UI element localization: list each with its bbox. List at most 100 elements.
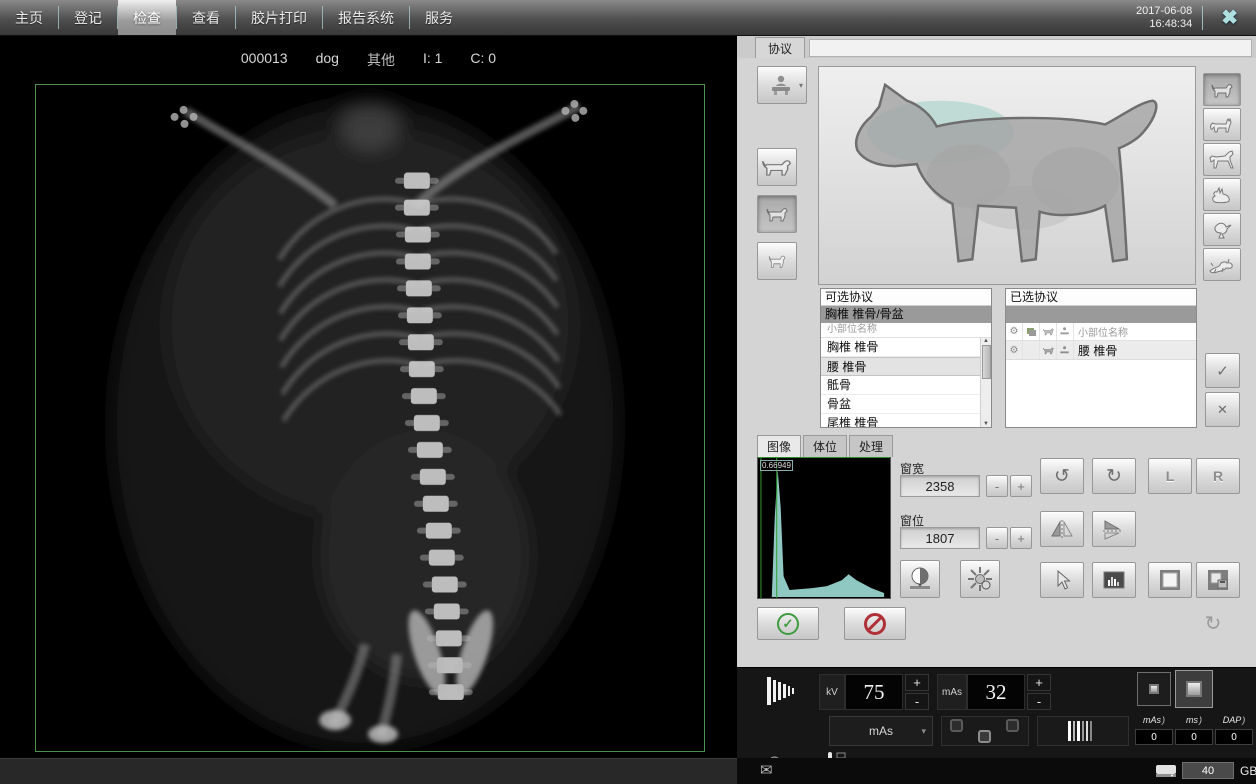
lizard-icon bbox=[1208, 256, 1236, 274]
menu-item-film-print[interactable]: 胶片打印 bbox=[236, 0, 322, 35]
heavy-dog-icon bbox=[762, 156, 792, 178]
save-image-button[interactable] bbox=[1196, 562, 1240, 598]
body-type-heavy-button[interactable] bbox=[757, 148, 797, 186]
mas-minus-button[interactable]: - bbox=[1027, 693, 1051, 710]
tab-position[interactable]: 体位 bbox=[803, 435, 847, 457]
protocol-item[interactable]: 尾椎 椎骨 bbox=[821, 414, 991, 428]
tab-image[interactable]: 图像 bbox=[757, 435, 801, 457]
protocol-group-row[interactable]: 胸椎 椎骨/骨盆 bbox=[821, 306, 991, 323]
menu-item-report-system[interactable]: 报告系统 bbox=[323, 0, 409, 35]
accept-image-button[interactable]: ✓ bbox=[757, 607, 819, 640]
storage-unit-label: GB bbox=[1240, 764, 1256, 778]
species-cat-button[interactable] bbox=[1203, 108, 1241, 141]
menu-item-home[interactable]: 主页 bbox=[0, 0, 58, 35]
reset-button[interactable]: ↻ bbox=[1185, 607, 1241, 640]
menu-separator bbox=[117, 6, 118, 29]
chosen-protocol-label: 腰 椎骨 bbox=[1074, 342, 1117, 359]
copy-count: C: 0 bbox=[470, 50, 496, 70]
horse-icon bbox=[1208, 150, 1236, 170]
anatomy-diagram[interactable] bbox=[818, 66, 1196, 285]
body-type-thin-button[interactable] bbox=[757, 242, 797, 280]
histogram-value-label: 0.66949 bbox=[760, 460, 793, 471]
mas-meter-value: 0 bbox=[1135, 729, 1173, 745]
rotate-cw-icon: ↻ bbox=[1106, 465, 1122, 488]
patient-table-button[interactable]: ▾ bbox=[757, 66, 807, 104]
scroll-down-icon[interactable]: ▼ bbox=[983, 421, 989, 427]
tab-protocol[interactable]: 协议 bbox=[755, 37, 805, 58]
blank-cell bbox=[1023, 341, 1040, 359]
message-envelope-icon[interactable]: ✉ bbox=[760, 761, 773, 779]
window-level-plus-button[interactable]: + bbox=[1010, 527, 1032, 549]
image-analysis-button[interactable] bbox=[1092, 562, 1136, 598]
protocol-item[interactable]: 骨盆 bbox=[821, 395, 991, 414]
full-view-button[interactable] bbox=[1148, 562, 1192, 598]
protocol-item[interactable]: 胸椎 椎骨 bbox=[821, 338, 991, 357]
chosen-protocol-row[interactable]: ⚙ 腰 椎骨 bbox=[1006, 341, 1196, 360]
white-frame-icon bbox=[1158, 569, 1182, 591]
species-reptile-button[interactable] bbox=[1203, 248, 1241, 281]
protocol-panel-body: ▾ bbox=[737, 58, 1256, 645]
xray-viewer: 000013 dog 其他 I: 1 C: 0 bbox=[0, 36, 737, 758]
xray-image[interactable] bbox=[35, 84, 705, 752]
caret-down-icon: ▾ bbox=[799, 81, 803, 90]
window-width-plus-button[interactable]: + bbox=[1010, 475, 1032, 497]
rotate-ccw-button[interactable]: ↺ bbox=[1040, 458, 1084, 494]
topbar-divider bbox=[1202, 6, 1203, 30]
window-width-minus-button[interactable]: - bbox=[986, 475, 1008, 497]
confirm-protocol-button[interactable]: ✓ bbox=[1205, 353, 1240, 388]
menu-item-view[interactable]: 查看 bbox=[177, 0, 235, 35]
species-horse-button[interactable] bbox=[1203, 143, 1241, 176]
aec-cell-left-icon[interactable] bbox=[950, 719, 963, 732]
rotate-cw-button[interactable]: ↻ bbox=[1092, 458, 1136, 494]
pointer-tool-button[interactable] bbox=[1040, 562, 1084, 598]
available-list-scrollbar[interactable]: ▲ ▼ bbox=[980, 338, 991, 427]
large-focus-button[interactable] bbox=[1175, 670, 1213, 708]
xray-render bbox=[36, 85, 704, 751]
kv-value: 75 bbox=[845, 674, 903, 710]
mas-plus-button[interactable]: + bbox=[1027, 674, 1051, 691]
reject-image-button[interactable] bbox=[844, 607, 906, 640]
ms-meter-icon: ms bbox=[1175, 711, 1213, 728]
hard-disk-icon bbox=[1155, 763, 1177, 779]
species-dog-button[interactable] bbox=[1203, 73, 1241, 106]
remove-protocol-button[interactable]: ✕ bbox=[1205, 392, 1240, 427]
auto-brightness-icon bbox=[967, 566, 993, 592]
marker-right-button[interactable]: R bbox=[1196, 458, 1240, 494]
small-focus-button[interactable] bbox=[1137, 672, 1171, 706]
aec-cell-center-icon[interactable] bbox=[978, 730, 991, 743]
close-icon[interactable]: ✖ bbox=[1213, 5, 1246, 30]
aec-cell-right-icon[interactable] bbox=[1006, 719, 1019, 732]
caret-down-icon: ▾ bbox=[921, 726, 926, 737]
window-level-value[interactable]: 1807 bbox=[900, 527, 980, 549]
histogram-display[interactable]: 0.66949 bbox=[757, 457, 891, 599]
flip-vertical-button[interactable] bbox=[1092, 511, 1136, 547]
top-menu-bar: 主页 登记 检查 查看 胶片打印 报告系统 服务 2017-06-08 16:4… bbox=[0, 0, 1256, 36]
menu-item-register[interactable]: 登记 bbox=[59, 0, 117, 35]
protocol-item[interactable]: 骶骨 bbox=[821, 376, 991, 395]
species-rabbit-button[interactable] bbox=[1203, 178, 1241, 211]
menu-item-exam[interactable]: 检查 bbox=[118, 0, 176, 35]
auto-adjust-button[interactable] bbox=[960, 560, 1000, 598]
window-width-value[interactable]: 2358 bbox=[900, 475, 980, 497]
flip-horizontal-button[interactable] bbox=[1040, 511, 1084, 547]
body-type-medium-button[interactable] bbox=[757, 195, 797, 233]
contrast-button[interactable] bbox=[900, 560, 940, 598]
tab-process[interactable]: 处理 bbox=[849, 435, 893, 457]
aec-cell-selector[interactable] bbox=[941, 716, 1029, 746]
histogram-plot bbox=[758, 458, 890, 598]
kv-plus-button[interactable]: + bbox=[905, 674, 929, 691]
marker-left-button[interactable]: L bbox=[1148, 458, 1192, 494]
window-level-minus-button[interactable]: - bbox=[986, 527, 1008, 549]
menu-separator bbox=[235, 6, 236, 29]
kv-minus-button[interactable]: - bbox=[905, 693, 929, 710]
protocol-item-selected[interactable]: 腰 椎骨 bbox=[821, 357, 991, 376]
large-focus-icon bbox=[1186, 681, 1202, 697]
species-bird-button[interactable] bbox=[1203, 213, 1241, 246]
barcode-button[interactable] bbox=[1037, 716, 1129, 746]
check-icon: ✓ bbox=[1216, 362, 1229, 380]
menu-item-service[interactable]: 服务 bbox=[410, 0, 468, 35]
patient-id: 000013 bbox=[241, 50, 288, 70]
exposure-mode-select[interactable]: mAs ▾ bbox=[829, 716, 933, 746]
scroll-up-icon[interactable]: ▲ bbox=[983, 338, 989, 344]
scroll-thumb[interactable] bbox=[982, 345, 991, 379]
